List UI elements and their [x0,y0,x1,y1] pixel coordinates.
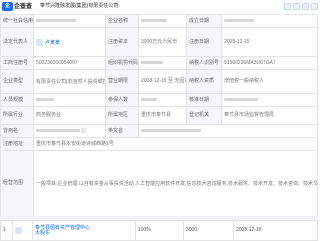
table-row: 工商注册号 500236000054007 组织机构代码 纳税人识别号 9150… [0,56,318,70]
blurred-value [224,18,254,22]
field-label: 曾用名 [0,124,34,138]
table-row: 所属行业 商务服务业 所属地区 重庆市奉节县 登记机关 奉节县市场监督管理局 [0,106,318,125]
shareholders-table: 1 奉节县国有资产管理中心 大股东 100% 3000 2008-12-15 [0,220,318,241]
field-label: 注册日期 [186,27,222,57]
field-label: 成立日期 [186,14,222,28]
registered-address: 重庆市奉节县永安街道诗城西路1号 [33,137,318,151]
subscribed-amount: 3000 [183,220,234,241]
company-name: 奉节兴隆融发展(集团)有限责任公司 [40,3,119,9]
avatar [36,38,43,46]
table-row: 统一社会信用代码 企业名称 成立日期 [0,14,318,28]
taxpayer-qualification: 增值税一般纳税人 [221,69,318,94]
business-info-table: 统一社会信用代码 企业名称 成立日期 法定代表人 卢某某 注册资本 3000万元… [0,14,318,217]
industry: 商务服务业 [33,106,106,125]
subscription-date: 2008-12-15 [233,220,318,241]
field-label: 所属地区 [105,106,139,125]
logo-text[interactable]: 企查查 [14,4,32,10]
registration-number: 500236000054007 [33,56,106,70]
field-label: 统一社会信用代码 [0,14,34,28]
blurred-value [141,128,201,132]
blurred-value [36,18,76,22]
field-label: 核准日期 [186,93,222,107]
blurred-value [36,97,54,101]
field-label: 注册地址 [0,137,34,151]
field-label: 英文名 [105,124,139,138]
field-label: 所属行业 [0,106,34,125]
taxpayer-id: 91500236MA5U07GA7 [221,56,318,70]
more-icon[interactable] [311,3,318,10]
business-scope: 一般项目:企业管理,以自有资金从事投资活动,人工智能应用软件开发,信息技术咨询服… [33,150,318,217]
region: 重庆市奉节县 [138,106,187,125]
logo-icon: 企 [2,2,13,11]
star-icon[interactable] [293,3,300,10]
field-label: 营业期限 [105,69,139,94]
blurred-value [36,129,80,133]
field-label: 企业名称 [105,14,139,28]
blurred-value [141,18,167,22]
field-label: 法定代表人 [0,27,34,57]
avatar [15,227,22,234]
row-index: 1 [0,220,13,241]
info-icon[interactable] [81,128,86,134]
field-label: 登记机关 [186,106,222,125]
shareholder-tag: 大股东 [35,229,51,236]
company-type: 有限责任公司(非自然人投资或控股的法人独资) [33,69,106,94]
blurred-value [141,97,157,101]
toolbar-icons [284,3,318,10]
field-label: 纳税人识别号 [186,56,222,70]
business-term: 2008-12-15 至 无固定期限 [138,69,187,94]
table-row: 曾用名 英文名 [0,124,318,138]
blurred-value [141,60,163,64]
table-row: 1 奉节县国有资产管理中心 大股东 100% 3000 2008-12-15 [0,220,318,241]
table-row: 人员规模 参保人数 核准日期 [0,93,318,107]
legal-rep-link[interactable]: 卢某某 [45,39,60,45]
field-label: 工商注册号 [0,56,34,70]
registered-capital: 3000万元人民币 [138,27,187,57]
field-label: 人员规模 [0,93,34,107]
blurred-value [224,97,258,101]
share-icon[interactable] [284,3,291,10]
field-label: 注册资本 [105,27,139,57]
registration-authority: 奉节县市场监督管理局 [221,106,318,125]
field-label: 参保人数 [105,93,139,107]
table-row: 法定代表人 卢某某 注册资本 3000万元人民币 注册日期 2008-12-15 [0,27,318,57]
shareholding-ratio: 100% [135,220,184,241]
download-icon[interactable] [302,3,309,10]
field-label: 组织机构代码 [105,56,139,70]
table-row: 经营范围 一般项目:企业管理,以自有资金从事投资活动,人工智能应用软件开发,信息… [0,150,318,217]
top-bar: 企 企查查 奉节兴隆融发展(集团)有限责任公司 [0,0,320,14]
table-row: 注册地址 重庆市奉节县永安街道诗城西路1号 [0,137,318,151]
field-label: 纳税人资质 [186,69,222,94]
field-label: 企业类型 [0,69,34,94]
table-row: 企业类型 有限责任公司(非自然人投资或控股的法人独资) 营业期限 2008-12… [0,69,318,94]
registration-date: 2008-12-15 [221,27,318,57]
field-label: 经营范围 [0,150,34,217]
